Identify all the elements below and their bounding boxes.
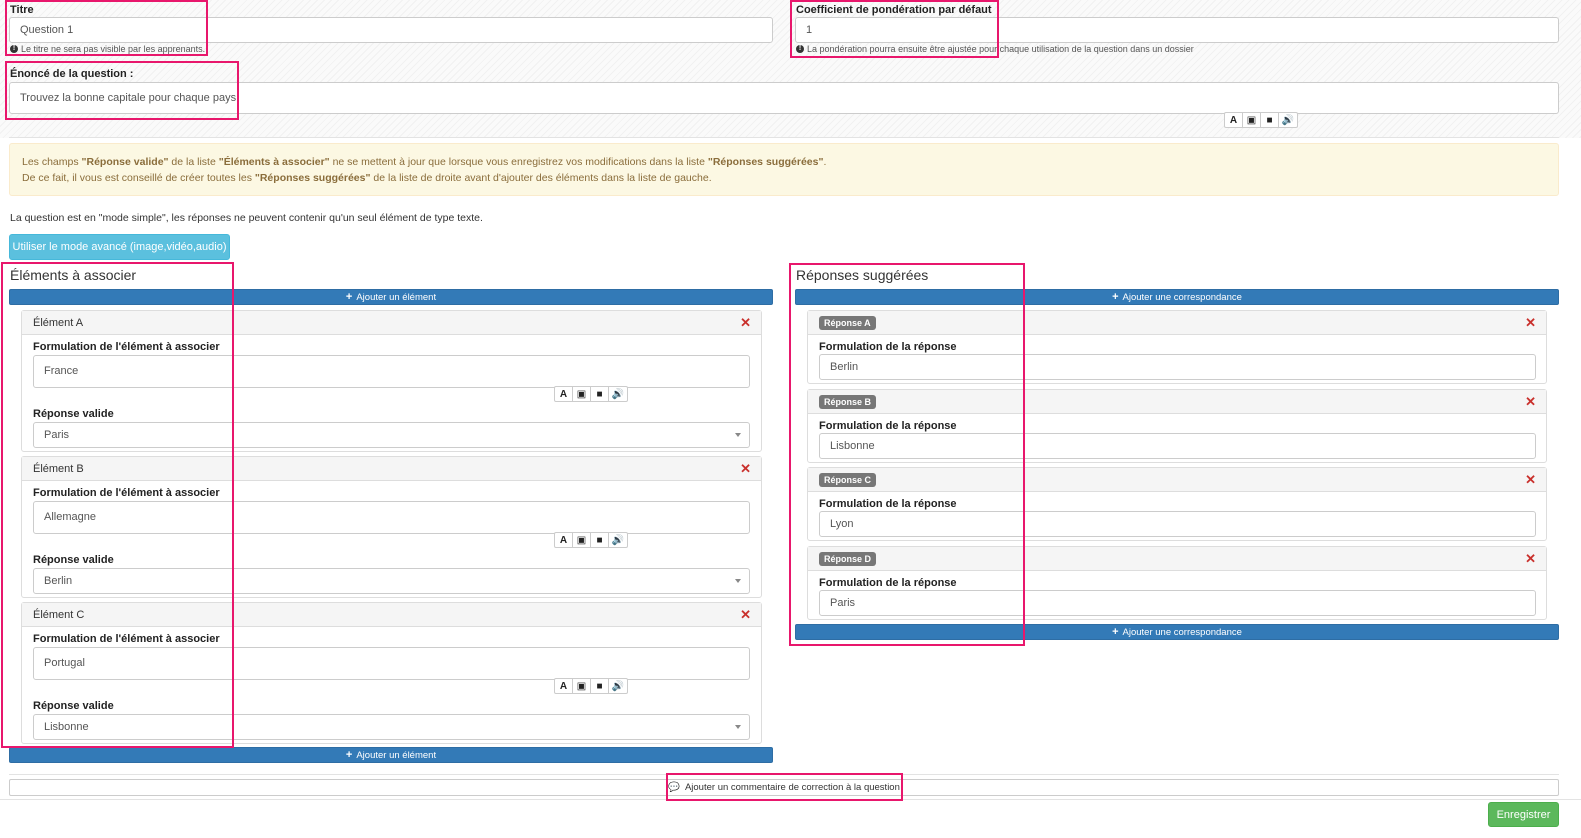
- title-label: Titre: [10, 4, 34, 16]
- element-panel-b: Élément B ✕ Formulation de l'élément à as…: [21, 456, 762, 598]
- valid-select[interactable]: Berlin: [33, 568, 750, 594]
- formulation-textarea[interactable]: Allemagne: [33, 501, 750, 534]
- formulation-textarea[interactable]: Portugal: [33, 647, 750, 680]
- audio-icon[interactable]: 🔊: [609, 387, 627, 401]
- chevron-down-icon: [735, 579, 741, 583]
- text-format-icon[interactable]: A: [555, 387, 573, 401]
- plus-icon: +: [345, 749, 353, 761]
- chevron-down-icon: [735, 433, 741, 437]
- text-format-icon[interactable]: A: [1225, 113, 1243, 127]
- image-icon[interactable]: ▣: [573, 679, 591, 693]
- add-correspondence-button-bottom[interactable]: + Ajouter une correspondance: [795, 624, 1559, 640]
- coef-help: ! La pondération pourra ensuite être ajus…: [796, 44, 1194, 54]
- add-correspondence-button-top[interactable]: + Ajouter une correspondance: [795, 289, 1559, 305]
- delete-icon[interactable]: ✕: [740, 607, 751, 623]
- valid-label: Réponse valide: [33, 408, 114, 420]
- delete-icon[interactable]: ✕: [1525, 472, 1536, 488]
- response-panel-c: Réponse C ✕ Formulation de la réponse Lyo…: [807, 467, 1547, 541]
- formulation-label: Formulation de l'élément à associer: [33, 633, 220, 645]
- image-icon[interactable]: ▣: [573, 387, 591, 401]
- video-icon[interactable]: ■: [1261, 113, 1279, 127]
- element-title: Élément C: [33, 608, 85, 621]
- response-input[interactable]: Lyon: [819, 511, 1536, 537]
- audio-icon[interactable]: 🔊: [609, 533, 627, 547]
- info-icon: !: [10, 45, 18, 53]
- valid-label: Réponse valide: [33, 554, 114, 566]
- add-element-button-top[interactable]: + Ajouter un élément: [9, 289, 773, 305]
- response-badge: Réponse C: [819, 472, 877, 487]
- delete-icon[interactable]: ✕: [1525, 551, 1536, 567]
- left-heading: Éléments à associer: [10, 267, 137, 283]
- element-title: Élément B: [33, 462, 84, 475]
- add-element-button-bottom[interactable]: + Ajouter un élément: [9, 747, 773, 763]
- title-input[interactable]: Question 1: [9, 17, 773, 43]
- image-icon[interactable]: ▣: [573, 533, 591, 547]
- statement-textarea[interactable]: Trouvez la bonne capitale pour chaque pa…: [9, 82, 1559, 114]
- mode-note: La question est en "mode simple", les ré…: [10, 212, 483, 224]
- divider: [9, 774, 1559, 775]
- statement-media-toolbar: A ▣ ■ 🔊: [1224, 112, 1298, 128]
- response-badge: Réponse D: [819, 551, 877, 566]
- audio-icon[interactable]: 🔊: [609, 679, 627, 693]
- coef-label: Coefficient de pondération par défaut: [796, 4, 992, 16]
- response-input[interactable]: Berlin: [819, 354, 1536, 380]
- media-toolbar: A ▣ ■ 🔊: [554, 386, 628, 402]
- response-badge: Réponse B: [819, 394, 877, 409]
- media-toolbar: A ▣ ■ 🔊: [554, 532, 628, 548]
- delete-icon[interactable]: ✕: [740, 461, 751, 477]
- comment-icon: 💬: [668, 782, 680, 793]
- audio-icon[interactable]: 🔊: [1279, 113, 1297, 127]
- warning-alert: Les champs "Réponse valide" de la liste …: [9, 143, 1559, 196]
- image-icon[interactable]: ▣: [1243, 113, 1261, 127]
- response-badge: Réponse A: [819, 315, 876, 330]
- right-heading: Réponses suggérées: [796, 267, 929, 283]
- save-button[interactable]: Enregistrer: [1488, 802, 1559, 827]
- delete-icon[interactable]: ✕: [1525, 394, 1536, 410]
- divider: [9, 137, 1559, 138]
- valid-label: Réponse valide: [33, 700, 114, 712]
- info-icon: !: [796, 45, 804, 53]
- plus-icon: +: [1112, 291, 1119, 303]
- response-formulation-label: Formulation de la réponse: [819, 420, 957, 432]
- add-comment-button[interactable]: 💬 Ajouter un commentaire de correction à …: [9, 779, 1559, 796]
- response-formulation-label: Formulation de la réponse: [819, 498, 957, 510]
- element-title: Élément A: [33, 316, 84, 329]
- media-toolbar: A ▣ ■ 🔊: [554, 678, 628, 694]
- plus-icon: +: [1112, 626, 1119, 638]
- response-formulation-label: Formulation de la réponse: [819, 341, 957, 353]
- formulation-label: Formulation de l'élément à associer: [33, 487, 220, 499]
- valid-select[interactable]: Lisbonne: [33, 714, 750, 740]
- video-icon[interactable]: ■: [591, 387, 609, 401]
- element-panel-c: Élément C ✕ Formulation de l'élément à as…: [21, 602, 762, 744]
- valid-select[interactable]: Paris: [33, 422, 750, 448]
- divider: [0, 799, 1581, 800]
- response-formulation-label: Formulation de la réponse: [819, 577, 957, 589]
- statement-label: Énoncé de la question :: [10, 68, 134, 80]
- delete-icon[interactable]: ✕: [1525, 315, 1536, 331]
- formulation-label: Formulation de l'élément à associer: [33, 341, 220, 353]
- text-format-icon[interactable]: A: [555, 533, 573, 547]
- response-panel-d: Réponse D ✕ Formulation de la réponse Par…: [807, 546, 1547, 620]
- response-input[interactable]: Lisbonne: [819, 433, 1536, 459]
- chevron-down-icon: [735, 725, 741, 729]
- video-icon[interactable]: ■: [591, 679, 609, 693]
- text-format-icon[interactable]: A: [555, 679, 573, 693]
- response-panel-a: Réponse A ✕ Formulation de la réponse Ber…: [807, 310, 1547, 384]
- coef-input[interactable]: 1: [795, 17, 1559, 43]
- plus-icon: +: [345, 291, 353, 303]
- response-panel-b: Réponse B ✕ Formulation de la réponse Lis…: [807, 389, 1547, 463]
- element-panel-a: Élément A ✕ Formulation de l'élément à as…: [21, 310, 762, 452]
- formulation-textarea[interactable]: France: [33, 355, 750, 388]
- advanced-mode-button[interactable]: Utiliser le mode avancé (image,vidéo,aud…: [9, 234, 230, 260]
- title-help: ! Le titre ne sera pas visible par les ap…: [10, 44, 205, 54]
- response-input[interactable]: Paris: [819, 590, 1536, 616]
- video-icon[interactable]: ■: [591, 533, 609, 547]
- delete-icon[interactable]: ✕: [740, 315, 751, 331]
